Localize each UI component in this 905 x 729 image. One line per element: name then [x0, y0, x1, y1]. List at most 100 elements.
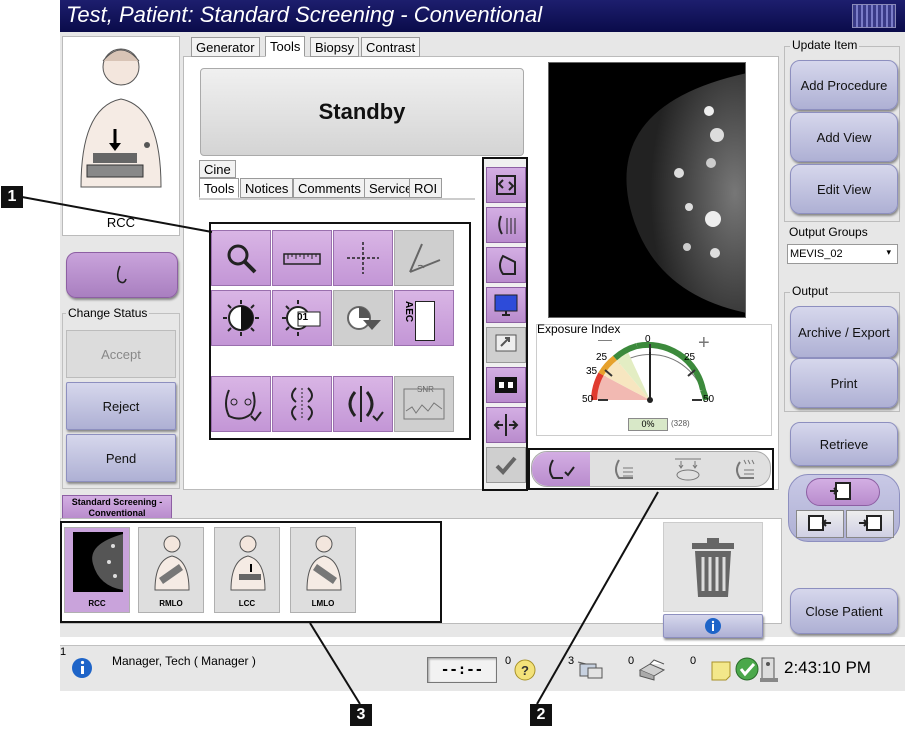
- angle-measure-icon: [409, 243, 441, 273]
- accept-button[interactable]: Accept: [66, 330, 176, 378]
- breast-symmetry-button[interactable]: [272, 376, 332, 432]
- window-level-button[interactable]: [333, 290, 393, 346]
- current-user[interactable]: Manager, Tech ( Manager ): [112, 654, 256, 668]
- thumbnail-lcc[interactable]: LCC: [214, 527, 280, 613]
- aec-text: AEC: [403, 301, 414, 323]
- tile-button[interactable]: [486, 367, 526, 403]
- crosshair-icon: [347, 242, 379, 274]
- thumbnail-label: RCC: [88, 599, 106, 608]
- accept-check-button[interactable]: [486, 447, 526, 483]
- gauge-label-25-left: 25: [596, 352, 608, 363]
- info-icon: [705, 618, 721, 634]
- thumbnail-rcc[interactable]: RCC: [64, 527, 130, 613]
- standby-status: Standby: [200, 68, 524, 156]
- output-group-value: MEVIS_02: [790, 248, 843, 260]
- notes-icon[interactable]: [708, 658, 734, 682]
- spot-mode-button[interactable]: [596, 452, 652, 486]
- implant-present-icon: [225, 389, 262, 422]
- true-size-icon: [498, 215, 516, 235]
- add-procedure-button[interactable]: Add Procedure: [790, 60, 898, 110]
- crosshair-button[interactable]: [333, 230, 393, 286]
- breast-symmetry-icon: [291, 387, 313, 421]
- trash-icon: [692, 538, 734, 597]
- send-to-display-button[interactable]: [486, 327, 526, 363]
- system-device-icon[interactable]: [758, 656, 780, 684]
- full-coverage-button[interactable]: [486, 247, 526, 283]
- close-patient-button[interactable]: Close Patient: [790, 588, 898, 634]
- true-size-button[interactable]: [486, 207, 526, 243]
- help-icon[interactable]: ?: [512, 658, 538, 682]
- expose-mode-button[interactable]: [66, 252, 178, 298]
- right-layout-button[interactable]: [846, 510, 894, 538]
- reject-button[interactable]: Reject: [66, 382, 176, 430]
- phantom-image: [626, 73, 745, 313]
- view-label: RCC: [106, 215, 136, 230]
- svg-text:?: ?: [521, 663, 529, 678]
- thumbnail-lmlo[interactable]: LMLO: [290, 527, 356, 613]
- implant-present-button[interactable]: [211, 376, 271, 432]
- tab-tools[interactable]: Tools: [265, 36, 306, 57]
- subtab-tools[interactable]: Tools: [199, 178, 240, 198]
- monitor-button[interactable]: [486, 287, 526, 323]
- snr-graph-button[interactable]: SNR: [394, 376, 454, 432]
- magnification-mode-button[interactable]: [720, 452, 770, 486]
- gauge-label-50-left: 50: [582, 394, 594, 405]
- compression-mode-icon: [675, 458, 701, 481]
- system-ok-icon[interactable]: [734, 656, 760, 682]
- subtab-divider: [199, 198, 475, 200]
- aec-sensor-button[interactable]: AEC: [394, 290, 454, 346]
- thumbnail-label: LCC: [238, 599, 256, 608]
- thumbnail-image: [73, 532, 123, 592]
- subtab-comments[interactable]: Comments: [293, 178, 366, 198]
- magnification-mode-icon: [736, 459, 755, 479]
- printer-icon[interactable]: [636, 658, 666, 682]
- archive-export-button[interactable]: Archive / Export: [790, 306, 898, 358]
- tab-generator[interactable]: Generator: [191, 37, 260, 57]
- print-button[interactable]: Print: [790, 358, 898, 408]
- implant-mode-button[interactable]: [532, 452, 590, 486]
- exposure-timer: --:--: [427, 657, 497, 683]
- left-layout-button[interactable]: [796, 510, 844, 538]
- retrieve-button[interactable]: Retrieve: [790, 422, 898, 466]
- ruler-button[interactable]: [272, 230, 332, 286]
- split-view-button[interactable]: [333, 376, 393, 432]
- split-view-icon: [348, 386, 384, 422]
- phantom-thumbnail: [92, 534, 123, 590]
- add-view-button[interactable]: Add View: [790, 112, 898, 162]
- network-queue-icon[interactable]: [576, 658, 606, 682]
- angle-measure-button[interactable]: [394, 230, 454, 286]
- output-group-select[interactable]: MEVIS_02 ▾: [787, 244, 898, 264]
- vertical-toolbar: [482, 157, 528, 491]
- thumbnail-rmlo[interactable]: RMLO: [138, 527, 204, 613]
- count-print: 0: [628, 655, 635, 667]
- spot-mode-icon: [615, 459, 633, 479]
- output-groups-label: Output Groups: [789, 225, 868, 239]
- info-button[interactable]: [663, 614, 763, 638]
- subtab-notices[interactable]: Notices: [240, 178, 294, 198]
- monitor-icon: [494, 294, 518, 316]
- info-icon[interactable]: [70, 656, 94, 680]
- alarm-count: 1: [60, 646, 67, 658]
- count-faults: 0: [505, 655, 512, 667]
- zoom-fit-button[interactable]: [486, 167, 526, 203]
- implant-mode-icon: [549, 459, 575, 479]
- delete-view-button[interactable]: [663, 522, 763, 612]
- ruler-icon: [283, 253, 321, 265]
- single-layout-button[interactable]: [806, 478, 880, 506]
- tab-contrast[interactable]: Contrast: [361, 37, 421, 57]
- magnifier-icon: [227, 244, 257, 274]
- pend-button[interactable]: Pend: [66, 434, 176, 482]
- callout-1: 1: [1, 186, 23, 208]
- patient-position-icon: [80, 48, 162, 188]
- image-preview: [548, 62, 746, 318]
- subtab-roi[interactable]: ROI: [409, 178, 443, 198]
- compression-mode-button[interactable]: [660, 452, 716, 486]
- magnifier-button[interactable]: [211, 230, 271, 286]
- tab-biopsy[interactable]: Biopsy: [310, 37, 360, 57]
- edit-view-button[interactable]: Edit View: [790, 164, 898, 214]
- invert-button[interactable]: [211, 290, 271, 346]
- callout-3: 3: [350, 704, 372, 726]
- tab-cine[interactable]: Cine: [199, 160, 236, 178]
- flip-button[interactable]: [486, 407, 526, 443]
- procedure-tab[interactable]: Standard Screening - Conventional: [62, 495, 172, 519]
